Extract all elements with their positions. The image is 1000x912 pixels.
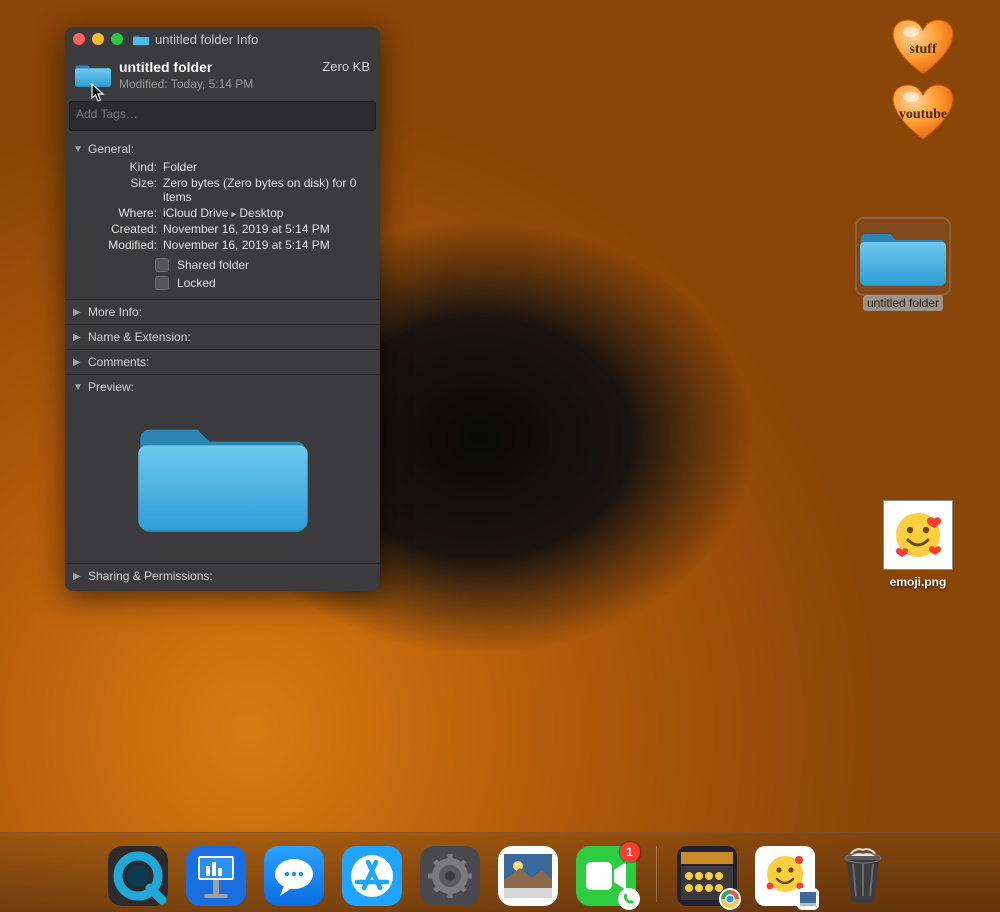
dock-minimized-window[interactable]	[755, 846, 815, 906]
section-heading: Sharing & Permissions:	[88, 569, 213, 583]
desktop-item-emoji-png[interactable]: emoji.png	[870, 500, 966, 590]
image-thumbnail	[883, 500, 953, 570]
item-size: Zero KB	[322, 59, 370, 74]
section-heading: Preview:	[88, 380, 134, 394]
tags-input[interactable]: Add Tags…	[69, 101, 376, 131]
zoom-button[interactable]	[111, 33, 123, 45]
folder-icon	[133, 33, 149, 46]
chevron-right-icon: ▸	[228, 209, 239, 220]
dock-app-quicktime[interactable]	[108, 846, 168, 906]
dock-app-keynote[interactable]	[186, 846, 246, 906]
folder-icon	[75, 59, 111, 89]
desktop-item-label: untitled folder	[863, 295, 943, 311]
label-size: Size:	[87, 176, 157, 204]
value-created: November 16, 2019 at 5:14 PM	[163, 222, 372, 236]
dock: 1	[0, 832, 1000, 912]
messages-icon	[264, 846, 324, 906]
get-info-window: untitled folder Info untitled folder Mod…	[65, 27, 380, 591]
disclosure-sharing-permissions[interactable]: ▶ Sharing & Permissions:	[73, 569, 372, 583]
desktop-item-heart-youtube[interactable]: youtube	[891, 83, 955, 146]
label-where: Where:	[87, 206, 157, 220]
folder-icon	[860, 222, 946, 288]
section-heading: More Info:	[88, 305, 142, 319]
locked-checkbox[interactable]	[155, 276, 169, 290]
dock-trash[interactable]	[833, 846, 893, 906]
folder-icon	[137, 406, 309, 536]
chevron-right-icon: ▶	[73, 332, 83, 343]
chevron-down-icon: ▼	[73, 144, 83, 155]
section-heading: General:	[88, 142, 134, 156]
dock-app-facetime[interactable]: 1	[576, 846, 636, 906]
tags-placeholder: Add Tags…	[76, 107, 138, 121]
chevron-right-icon: ▶	[73, 571, 83, 582]
dock-minimized-window[interactable]	[677, 846, 737, 906]
locked-label: Locked	[177, 276, 216, 290]
chevron-down-icon: ▼	[73, 382, 83, 393]
value-modified: November 16, 2019 at 5:14 PM	[163, 238, 372, 252]
section-heading: Comments:	[88, 355, 149, 369]
dock-app-appstore[interactable]	[342, 846, 402, 906]
dock-app-messages[interactable]	[264, 846, 324, 906]
shared-folder-checkbox[interactable]	[155, 258, 169, 272]
value-kind: Folder	[163, 160, 372, 174]
quicktime-icon	[108, 846, 168, 906]
disclosure-name-extension[interactable]: ▶ Name & Extension:	[73, 330, 372, 344]
heart-label: youtube	[899, 107, 947, 123]
desktop-item-heart-stuff[interactable]: stuff	[891, 18, 955, 81]
gear-icon	[420, 846, 480, 906]
chrome-badge-icon	[719, 888, 741, 910]
value-size: Zero bytes (Zero bytes on disk) for 0 it…	[163, 176, 372, 204]
preview-badge-icon	[797, 888, 819, 910]
item-name: untitled folder	[119, 59, 322, 75]
item-modified: Modified: Today, 5:14 PM	[119, 77, 322, 91]
appstore-icon	[342, 846, 402, 906]
section-preview: ▼ Preview:	[65, 374, 380, 563]
value-where: iCloud Drive▸Desktop	[163, 206, 372, 220]
desktop-item-untitled-folder[interactable]: untitled folder	[855, 222, 951, 311]
photos-icon	[498, 846, 558, 906]
label-kind: Kind:	[87, 160, 157, 174]
window-title: untitled folder Info	[155, 32, 258, 47]
chevron-right-icon: ▶	[73, 357, 83, 368]
label-modified: Modified:	[87, 238, 157, 252]
disclosure-comments[interactable]: ▶ Comments:	[73, 355, 372, 369]
close-button[interactable]	[73, 33, 85, 45]
keynote-icon	[186, 846, 246, 906]
dock-separator	[656, 846, 657, 902]
chevron-right-icon: ▶	[73, 307, 83, 318]
notification-badge: 1	[620, 842, 640, 862]
heart-label: stuff	[909, 42, 936, 58]
section-heading: Name & Extension:	[88, 330, 191, 344]
shared-folder-label: Shared folder	[177, 258, 249, 272]
dock-app-system-preferences[interactable]	[420, 846, 480, 906]
disclosure-preview[interactable]: ▼ Preview:	[73, 380, 372, 394]
trash-icon	[833, 846, 893, 906]
titlebar[interactable]: untitled folder Info	[65, 27, 380, 51]
minimize-button[interactable]	[92, 33, 104, 45]
disclosure-general[interactable]: ▼ General:	[73, 142, 372, 156]
disclosure-more-info[interactable]: ▶ More Info:	[73, 305, 372, 319]
section-general: ▼ General: Kind: Folder Size: Zero bytes…	[65, 137, 380, 299]
label-created: Created:	[87, 222, 157, 236]
phone-icon	[618, 888, 640, 910]
dock-app-photos[interactable]	[498, 846, 558, 906]
desktop-item-label: emoji.png	[886, 574, 951, 590]
